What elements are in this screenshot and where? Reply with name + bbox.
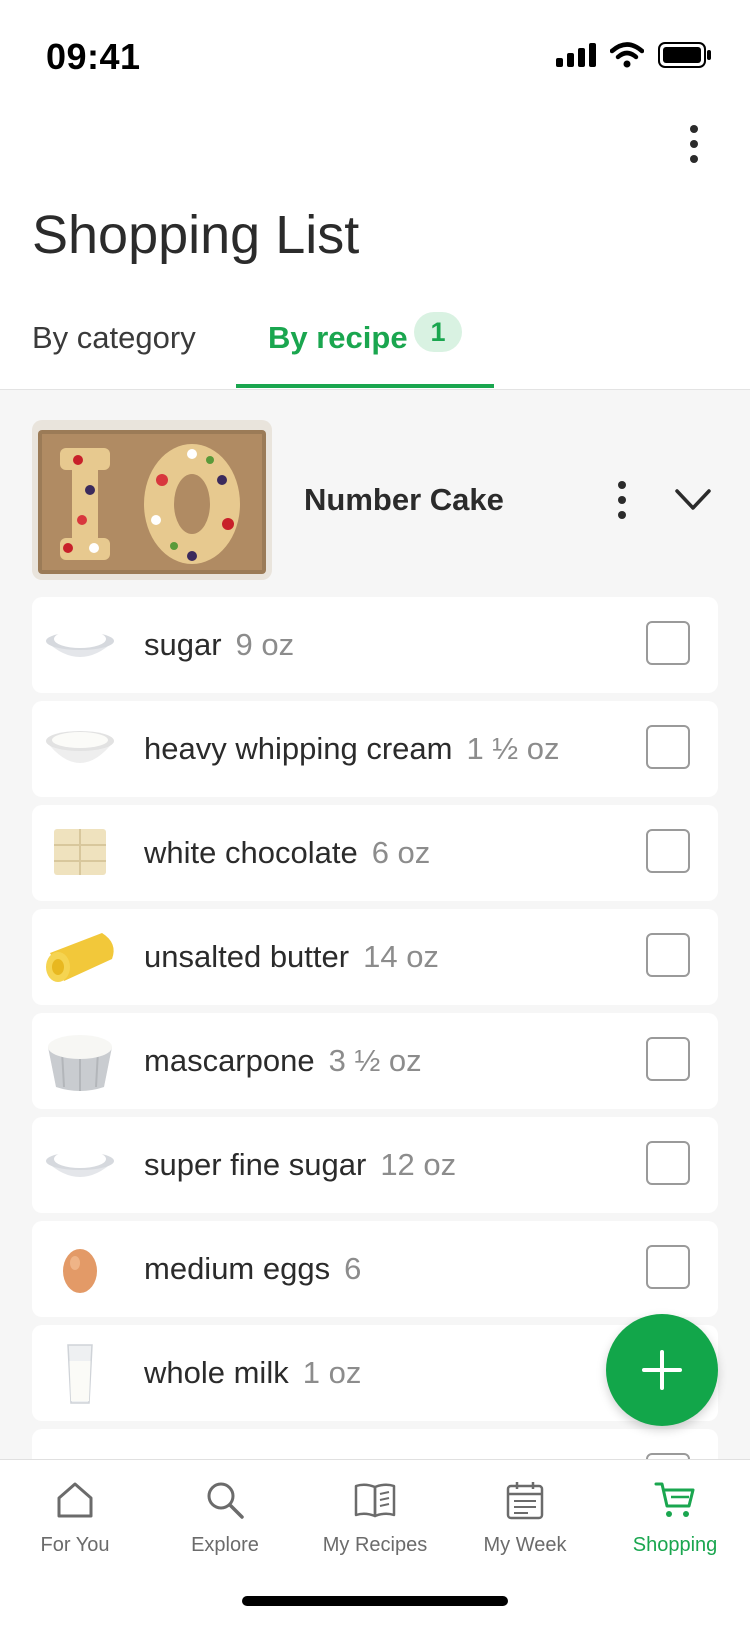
recipe-header[interactable]: Number Cake [32, 420, 718, 580]
cream-thumbnail [46, 731, 114, 763]
butter-thumbnail [46, 933, 114, 982]
tab-active-indicator [236, 384, 494, 388]
item-name: heavy whipping cream [144, 731, 453, 766]
item-checkbox[interactable] [646, 933, 690, 977]
list-item[interactable]: mascarpone 3 ½ oz [32, 1013, 718, 1109]
home-indicator [242, 1596, 508, 1606]
list-item[interactable]: medium eggs 6 [32, 1221, 718, 1317]
list-item[interactable]: unsalted butter 14 oz [32, 909, 718, 1005]
add-item-button[interactable] [606, 1314, 718, 1426]
count-badge: 1 [414, 312, 462, 352]
more-options-icon[interactable] [684, 124, 704, 164]
plus-icon [642, 1350, 682, 1390]
nav-for-you[interactable]: For You [0, 1478, 150, 1557]
item-name: whole milk [144, 1355, 289, 1390]
tab-label: By recipe [268, 320, 408, 355]
list-item[interactable]: sugar 9 oz [32, 597, 718, 693]
item-checkbox[interactable] [646, 1037, 690, 1081]
status-icons [556, 42, 712, 68]
tab-by-recipe[interactable]: By recipe 1 [236, 312, 494, 390]
nav-label: Explore [191, 1534, 259, 1556]
item-name: white chocolate [144, 835, 358, 870]
calendar-icon [506, 1482, 544, 1520]
item-quantity: 3 ½ oz [328, 1043, 422, 1078]
page-title: Shopping List [32, 205, 360, 265]
item-quantity: 1 ½ oz [466, 731, 560, 766]
item-name: super fine sugar [144, 1147, 367, 1182]
item-name: medium eggs [144, 1251, 331, 1286]
item-name: sugar [144, 627, 222, 662]
item-checkbox[interactable] [646, 1245, 690, 1289]
list-item[interactable]: white chocolate 6 oz [32, 805, 718, 901]
nav-label: My Week [483, 1534, 567, 1556]
item-quantity: 9 oz [235, 627, 295, 662]
tab-label: By category [32, 320, 196, 355]
item-quantity: 6 oz [371, 835, 431, 870]
status-time: 09:41 [46, 36, 141, 77]
wifi-icon [610, 42, 644, 68]
mascarpone-thumbnail [48, 1035, 112, 1091]
top-header: 09:41 Shopping List By category By recip… [0, 0, 750, 390]
nav-my-week[interactable]: My Week [450, 1478, 600, 1557]
signal-icon [556, 43, 596, 67]
sugar-thumbnail [46, 630, 114, 657]
nav-explore[interactable]: Explore [150, 1478, 300, 1557]
milk-thumbnail [67, 1344, 93, 1404]
item-quantity: 6 [344, 1251, 362, 1286]
item-checkbox[interactable] [646, 829, 690, 873]
white-chocolate-thumbnail [54, 829, 106, 875]
recipe-name: Number Cake [304, 482, 504, 517]
nav-label: My Recipes [322, 1534, 428, 1556]
list-item[interactable]: heavy whipping cream 1 ½ oz [32, 701, 718, 797]
item-name: mascarpone [144, 1043, 315, 1078]
item-checkbox[interactable] [646, 725, 690, 769]
nav-my-recipes[interactable]: My Recipes [300, 1478, 450, 1557]
item-name: unsalted butter [144, 939, 350, 974]
super-fine-sugar-thumbnail [46, 1150, 114, 1177]
egg-thumbnail [63, 1249, 97, 1293]
nav-label: For You [40, 1534, 110, 1556]
item-quantity: 14 oz [363, 939, 439, 974]
recipe-more-icon[interactable] [616, 480, 628, 520]
tab-by-category[interactable]: By category [32, 320, 196, 390]
list-item[interactable]: super fine sugar 12 oz [32, 1117, 718, 1213]
chevron-down-icon[interactable] [674, 486, 712, 514]
item-quantity: 1 oz [302, 1355, 362, 1390]
search-icon [207, 1482, 244, 1519]
item-checkbox[interactable] [646, 1141, 690, 1185]
nav-shopping[interactable]: Shopping [600, 1478, 750, 1557]
home-icon [57, 1482, 93, 1518]
cart-icon [654, 1482, 695, 1517]
book-icon [354, 1483, 396, 1518]
item-quantity: 12 oz [380, 1147, 457, 1182]
item-checkbox[interactable] [646, 621, 690, 665]
nav-label: Shopping [632, 1534, 718, 1556]
battery-icon [658, 42, 711, 68]
recipe-image [32, 420, 272, 580]
